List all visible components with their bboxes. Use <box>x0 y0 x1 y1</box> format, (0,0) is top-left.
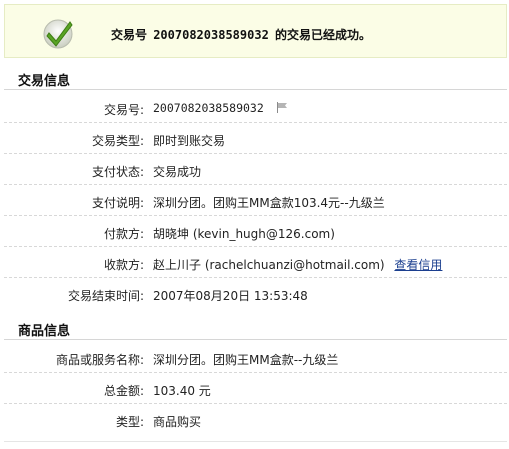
payer-row: 付款方: 胡晓坤 (kevin_hugh@126.com) <box>4 216 507 247</box>
goods-name-row: 商品或服务名称: 深圳分团。团购王MM盒款--九级兰 <box>4 342 507 373</box>
payer-value: 胡晓坤 (kevin_hugh@126.com) <box>153 227 335 241</box>
trade-type-row: 交易类型: 即时到账交易 <box>4 123 507 154</box>
banner-suffix: 的交易已经成功。 <box>274 28 371 42</box>
trade-number-value-wrap: 2007082038589032 <box>153 101 288 115</box>
trade-info-table: 交易号: 2007082038589032 交易类型: 即时到账交易 支付状态:… <box>4 92 507 309</box>
goods-name-label: 商品或服务名称: <box>55 353 144 367</box>
goods-info-header: 商品信息 <box>4 314 507 340</box>
trade-number-row: 交易号: 2007082038589032 <box>4 92 507 123</box>
trade-info-header: 交易信息 <box>4 64 507 90</box>
banner-prefix: 交易号 <box>111 28 148 42</box>
goods-name-value: 深圳分团。团购王MM盒款--九级兰 <box>153 353 339 367</box>
end-time-row: 交易结束时间: 2007年08月20日 13:53:48 <box>4 278 507 309</box>
bottom-divider <box>4 441 507 442</box>
payment-desc-row: 支付说明: 深圳分团。团购王MM盒款103.4元--九级兰 <box>4 185 507 216</box>
flag-icon[interactable] <box>276 102 288 113</box>
end-time-label: 交易结束时间: <box>67 289 144 303</box>
payment-desc-value: 深圳分团。团购王MM盒款103.4元--九级兰 <box>153 196 385 210</box>
payment-desc-label: 支付说明: <box>91 196 144 210</box>
payee-row: 收款方: 赵上川子 (rachelchuanzi@hotmail.com) 查看… <box>4 247 507 278</box>
payment-status-label: 支付状态: <box>91 165 144 179</box>
total-amount-value: 103.40 元 <box>153 384 211 398</box>
total-amount-label: 总金额: <box>103 384 144 398</box>
goods-type-label: 类型: <box>115 415 144 429</box>
payment-status-value: 交易成功 <box>153 165 202 179</box>
banner-message: 交易号 2007082038589032 的交易已经成功。 <box>111 26 371 43</box>
trade-type-label: 交易类型: <box>91 134 144 148</box>
banner-trade-number: 2007082038589032 <box>153 28 269 42</box>
payee-value-wrap: 赵上川子 (rachelchuanzi@hotmail.com) 查看信用 <box>153 256 442 273</box>
trade-info-title: 交易信息 <box>18 74 71 89</box>
payment-status-row: 支付状态: 交易成功 <box>4 154 507 185</box>
payer-label: 付款方: <box>103 227 144 241</box>
trade-number-value: 2007082038589032 <box>153 101 264 115</box>
check-icon <box>43 19 73 49</box>
end-time-value: 2007年08月20日 13:53:48 <box>153 289 308 303</box>
goods-info-title: 商品信息 <box>18 324 71 339</box>
trade-type-value: 即时到账交易 <box>153 134 226 148</box>
total-amount-row: 总金额: 103.40 元 <box>4 373 507 404</box>
view-credit-link[interactable]: 查看信用 <box>394 258 442 272</box>
payee-label: 收款方: <box>103 258 144 272</box>
success-banner: 交易号 2007082038589032 的交易已经成功。 <box>4 4 507 58</box>
payee-value: 赵上川子 (rachelchuanzi@hotmail.com) <box>153 258 385 272</box>
goods-info-table: 商品或服务名称: 深圳分团。团购王MM盒款--九级兰 总金额: 103.40 元… <box>4 342 507 435</box>
goods-type-row: 类型: 商品购买 <box>4 404 507 435</box>
goods-type-value: 商品购买 <box>153 415 202 429</box>
trade-number-label: 交易号: <box>103 103 144 117</box>
